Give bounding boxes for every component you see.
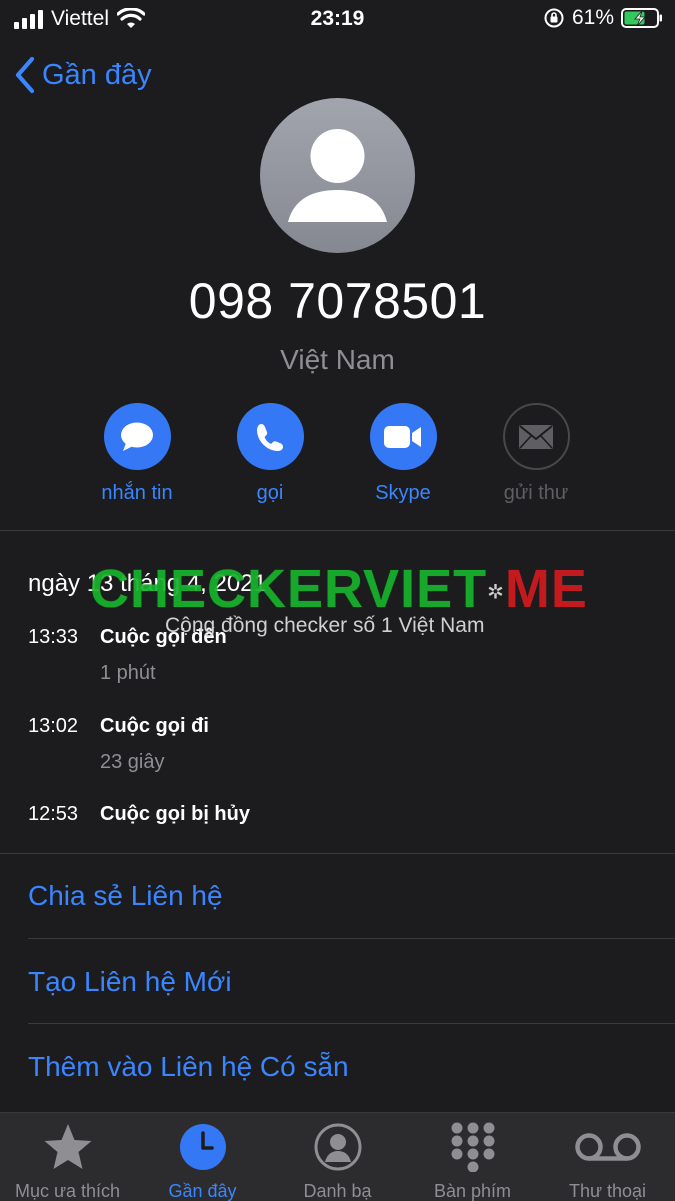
tab-contacts[interactable]: Danh bạ xyxy=(270,1121,405,1201)
keypad-icon xyxy=(451,1122,494,1172)
call-type: Cuộc gọi đến xyxy=(100,626,227,648)
tab-keypad[interactable]: Bàn phím xyxy=(405,1121,540,1201)
mail-icon xyxy=(519,424,553,449)
section-divider xyxy=(0,853,675,854)
tab-favorites[interactable]: Mục ưa thích xyxy=(0,1121,135,1201)
call-time: 13:33 xyxy=(28,626,79,648)
back-button[interactable]: Gần đây xyxy=(14,56,152,94)
call-time: 12:53 xyxy=(28,803,79,825)
contact-phone-number: 098 7078501 xyxy=(188,273,487,329)
orientation-lock-icon xyxy=(544,8,564,28)
mail-button[interactable]: gửi thư xyxy=(471,403,601,505)
add-to-existing-contact-link[interactable]: Thêm vào Liên hệ Có sẵn xyxy=(28,1051,349,1083)
call-button[interactable]: gọi xyxy=(205,403,335,505)
call-time: 13:02 xyxy=(28,715,79,737)
call-label: gọi xyxy=(256,482,284,504)
phone-icon xyxy=(257,423,283,451)
call-duration: 23 giây xyxy=(100,751,165,773)
status-bar: Viettel 23:19 61% xyxy=(0,0,675,40)
tab-recents[interactable]: Gần đây xyxy=(135,1121,270,1201)
mail-label: gửi thư xyxy=(503,482,569,504)
skype-label: Skype xyxy=(375,482,431,504)
clock-icon xyxy=(179,1124,226,1170)
row-divider xyxy=(28,1023,675,1024)
call-type: Cuộc gọi bị hủy xyxy=(100,803,250,825)
skype-video-button[interactable]: Skype xyxy=(338,403,468,505)
create-new-contact-link[interactable]: Tạo Liên hệ Mới xyxy=(28,966,232,998)
battery-charging-icon xyxy=(621,8,662,28)
share-contact-link[interactable]: Chia sẻ Liên hệ xyxy=(28,880,223,912)
message-button[interactable]: nhắn tin xyxy=(72,403,202,505)
person-silhouette-icon xyxy=(288,129,387,222)
avatar xyxy=(260,98,415,253)
history-date: ngày 13 tháng 4, 2021 xyxy=(28,570,267,597)
message-icon xyxy=(121,422,153,451)
contact-country: Việt Nam xyxy=(280,344,395,375)
back-label: Gần đây xyxy=(42,58,152,91)
call-duration: 1 phút xyxy=(100,662,156,684)
message-label: nhắn tin xyxy=(101,482,173,504)
voicemail-icon xyxy=(574,1133,641,1161)
battery-percent: 61% xyxy=(571,6,614,29)
person-circle-icon xyxy=(314,1123,361,1171)
tab-bar: Mục ưa thích Gần đây Danh bạ Bàn phím Th… xyxy=(0,1112,675,1201)
row-divider xyxy=(28,938,675,939)
tab-voicemail[interactable]: Thư thoại xyxy=(540,1121,675,1201)
action-buttons: nhắn tin gọi Skype gửi thư xyxy=(0,403,675,513)
star-icon xyxy=(44,1124,91,1169)
video-icon xyxy=(384,425,421,448)
section-divider xyxy=(0,530,675,531)
call-type: Cuộc gọi đi xyxy=(100,715,209,737)
chevron-left-icon xyxy=(15,56,35,94)
